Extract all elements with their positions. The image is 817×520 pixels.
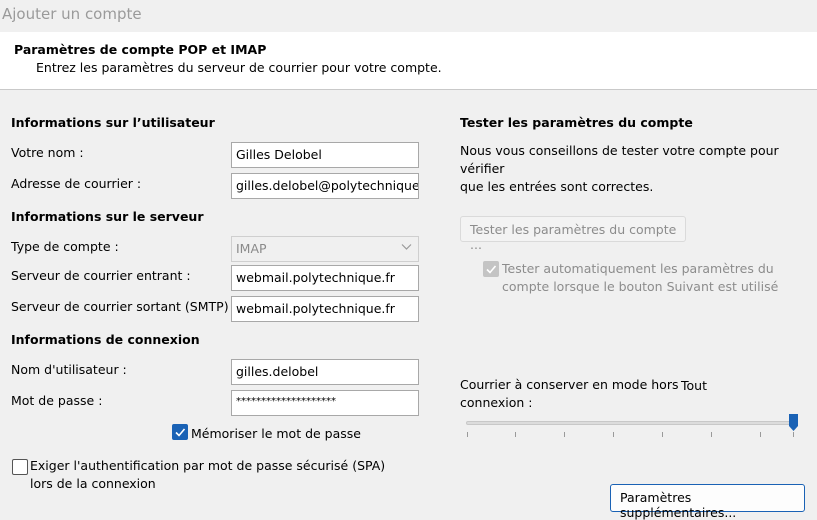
incoming-server-label: Serveur de courrier entrant : bbox=[11, 268, 191, 283]
password-field[interactable]: ******************** bbox=[231, 390, 419, 416]
user-info-heading: Informations sur l’utilisateur bbox=[11, 115, 215, 130]
test-heading: Tester les paramètres du compte bbox=[460, 115, 693, 130]
page-title: Paramètres de compte POP et IMAP bbox=[14, 42, 267, 57]
login-info-heading: Informations de connexion bbox=[11, 332, 200, 347]
offline-mail-slider[interactable] bbox=[466, 421, 796, 425]
test-description: Nous vous conseillons de tester votre co… bbox=[460, 142, 817, 196]
test-description-line1: Nous vous conseillons de tester votre co… bbox=[460, 143, 779, 176]
spa-label-line1: Exiger l'authentification par mot de pas… bbox=[30, 458, 386, 473]
chevron-down-icon bbox=[401, 241, 412, 255]
username-label: Nom d'utilisateur : bbox=[11, 362, 127, 377]
username-field[interactable]: gilles.delobel bbox=[231, 359, 419, 385]
server-info-heading: Informations sur le serveur bbox=[11, 209, 204, 224]
slider-tick bbox=[564, 432, 565, 437]
slider-tick bbox=[613, 432, 614, 437]
test-description-line2: que les entrées sont correctes. bbox=[460, 179, 654, 194]
email-field[interactable]: gilles.delobel@polytechnique.e bbox=[231, 173, 419, 199]
offline-mail-label-line2: connexion : bbox=[460, 395, 533, 410]
account-type-select: IMAP bbox=[231, 236, 419, 262]
outgoing-server-label: Serveur de courrier sortant (SMTP) : bbox=[11, 299, 237, 314]
test-account-button: Tester les paramètres du compte ... bbox=[460, 216, 686, 252]
account-type-value: IMAP bbox=[236, 241, 267, 256]
remember-password-checkbox[interactable] bbox=[172, 424, 188, 440]
remember-password-label: Mémoriser le mot de passe bbox=[191, 426, 361, 441]
page-subtitle: Entrez les paramètres du serveur de cour… bbox=[36, 60, 442, 75]
slider-tick bbox=[760, 432, 761, 437]
account-type-label: Type de compte : bbox=[11, 239, 119, 254]
window-title: Ajouter un compte bbox=[2, 5, 142, 23]
outgoing-server-field[interactable]: webmail.polytechnique.fr bbox=[231, 296, 419, 322]
offline-mail-slider-thumb[interactable] bbox=[789, 414, 798, 431]
check-icon bbox=[486, 265, 497, 274]
auto-test-checkbox bbox=[483, 261, 499, 277]
name-label: Votre nom : bbox=[11, 145, 84, 160]
slider-tick bbox=[467, 432, 468, 437]
spa-label: Exiger l'authentification par mot de pas… bbox=[30, 457, 385, 493]
slider-tick bbox=[662, 432, 663, 437]
title-bar: Ajouter un compte bbox=[0, 0, 817, 32]
auto-test-label-line2: compte lorsque le bouton Suivant est uti… bbox=[502, 279, 779, 294]
name-field[interactable]: Gilles Delobel bbox=[231, 142, 419, 168]
offline-mail-label: Courrier à conserver en mode hors connex… bbox=[460, 376, 678, 412]
auto-test-label-line1: Tester automatiquement les paramètres du bbox=[502, 261, 774, 276]
email-label: Adresse de courrier : bbox=[11, 176, 142, 191]
offline-mail-value: Tout bbox=[681, 378, 707, 393]
slider-tick bbox=[711, 432, 712, 437]
slider-tick bbox=[515, 432, 516, 437]
password-label: Mot de passe : bbox=[11, 393, 103, 408]
slider-tick bbox=[793, 432, 794, 437]
page-header: Paramètres de compte POP et IMAP Entrez … bbox=[0, 32, 817, 90]
auto-test-label: Tester automatiquement les paramètres du… bbox=[502, 260, 778, 296]
spa-checkbox[interactable] bbox=[12, 459, 28, 475]
offline-mail-label-line1: Courrier à conserver en mode hors bbox=[460, 377, 679, 392]
check-icon bbox=[175, 428, 186, 437]
spa-label-line2: lors de la connexion bbox=[30, 476, 156, 491]
incoming-server-field[interactable]: webmail.polytechnique.fr bbox=[231, 265, 419, 291]
more-settings-button[interactable]: Paramètres supplémentaires... bbox=[610, 484, 805, 520]
